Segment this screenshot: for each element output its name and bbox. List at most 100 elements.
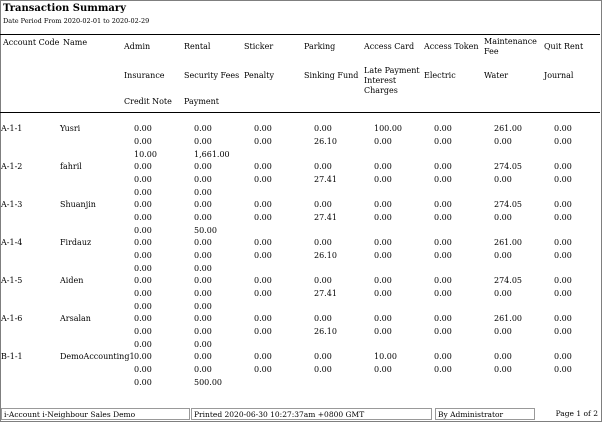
header-account-code: Account Code <box>3 38 60 47</box>
amount-cell: 0.00 <box>434 137 452 146</box>
amount-cell: 0.00 <box>554 327 572 336</box>
amount-cell: 0.00 <box>314 200 332 209</box>
amount-cell: 0.00 <box>134 238 152 247</box>
header-row1-col-5: Access Card <box>364 42 415 51</box>
amount-cell: 0.00 <box>254 289 272 298</box>
amount-cell: 0.00 <box>554 289 572 298</box>
amount-cell: 0.00 <box>374 314 392 323</box>
amount-cell: 0.00 <box>554 238 572 247</box>
amount-cell: 0.00 <box>134 264 152 273</box>
amount-cell: 500.00 <box>194 378 222 387</box>
amount-cell: 0.00 <box>374 175 392 184</box>
amount-cell: 0.00 <box>254 276 272 285</box>
amount-cell: 0.00 <box>434 213 452 222</box>
amount-cell: 0.00 <box>374 276 392 285</box>
header-row3-col-2: Payment <box>184 97 219 106</box>
amount-cell: 0.00 <box>254 238 272 247</box>
amount-cell: 0.00 <box>314 352 332 361</box>
header-top-rule <box>0 34 600 35</box>
amount-cell: 50.00 <box>194 226 217 235</box>
header-row2-col-4: Sinking Fund <box>304 71 359 80</box>
amount-cell: 0.00 <box>434 238 452 247</box>
amount-cell: 0.00 <box>554 352 572 361</box>
header-row1-col-8: Quit Rent <box>544 42 584 51</box>
amount-cell: 0.00 <box>374 327 392 336</box>
amount-cell: 0.00 <box>494 289 512 298</box>
header-row1-col-2: Rental <box>184 42 211 51</box>
footer-printed: Printed 2020-06-30 10:27:37am +0800 GMT <box>191 408 432 420</box>
amount-cell: 0.00 <box>194 264 212 273</box>
account-name: Yusri <box>60 124 81 133</box>
account-code: A-1-3 <box>1 200 23 209</box>
amount-cell: 0.00 <box>554 314 572 323</box>
header-row2-col-1: Insurance <box>124 71 165 80</box>
amount-cell: 0.00 <box>494 365 512 374</box>
amount-cell: 0.00 <box>134 213 152 222</box>
amount-cell: 0.00 <box>194 124 212 133</box>
amount-cell: 0.00 <box>374 365 392 374</box>
header-row1-col-6: Access Token <box>424 42 479 51</box>
account-name: fahril <box>60 162 82 171</box>
amount-cell: 0.00 <box>494 251 512 260</box>
amount-cell: 0.00 <box>134 226 152 235</box>
amount-cell: 0.00 <box>254 365 272 374</box>
amount-cell: 0.00 <box>314 238 332 247</box>
account-code: A-1-5 <box>1 276 23 285</box>
amount-cell: 0.00 <box>254 175 272 184</box>
amount-cell: 0.00 <box>374 251 392 260</box>
amount-cell: 100.00 <box>374 124 402 133</box>
header-row2-col-6: Electric <box>424 71 456 80</box>
header-row2-col-3: Penalty <box>244 71 274 80</box>
amount-cell: 0.00 <box>194 175 212 184</box>
amount-cell: 261.00 <box>494 238 522 247</box>
amount-cell: 0.00 <box>194 352 212 361</box>
amount-cell: 0.00 <box>254 137 272 146</box>
amount-cell: 0.00 <box>194 238 212 247</box>
amount-cell: 0.00 <box>134 352 152 361</box>
amount-cell: 0.00 <box>314 365 332 374</box>
header-row3-col-1: Credit Note <box>124 97 172 106</box>
amount-cell: 0.00 <box>554 137 572 146</box>
report-title: Transaction Summary <box>3 3 126 14</box>
account-name: Firdauz <box>60 238 92 247</box>
amount-cell: 0.00 <box>554 365 572 374</box>
amount-cell: 0.00 <box>434 365 452 374</box>
amount-cell: 0.00 <box>494 175 512 184</box>
amount-cell: 0.00 <box>314 124 332 133</box>
account-name: Arsalan <box>60 314 91 323</box>
amount-cell: 0.00 <box>134 289 152 298</box>
header-row2-col-7: Water <box>484 71 509 80</box>
amount-cell: 0.00 <box>434 251 452 260</box>
amount-cell: 0.00 <box>134 251 152 260</box>
amount-cell: 0.00 <box>134 188 152 197</box>
amount-cell: 0.00 <box>374 200 392 209</box>
account-code: A-1-1 <box>1 124 23 133</box>
amount-cell: 0.00 <box>134 276 152 285</box>
amount-cell: 0.00 <box>134 340 152 349</box>
amount-cell: 0.00 <box>554 200 572 209</box>
amount-cell: 0.00 <box>434 314 452 323</box>
amount-cell: 0.00 <box>254 162 272 171</box>
amount-cell: 27.41 <box>314 289 337 298</box>
amount-cell: 0.00 <box>194 200 212 209</box>
amount-cell: 0.00 <box>194 314 212 323</box>
amount-cell: 0.00 <box>434 175 452 184</box>
amount-cell: 0.00 <box>134 124 152 133</box>
header-row1-col-3: Sticker <box>244 42 274 51</box>
amount-cell: 0.00 <box>134 175 152 184</box>
header-row1-col-1: Admin <box>124 42 151 51</box>
header-bottom-rule <box>0 112 600 113</box>
amount-cell: 10.00 <box>134 150 157 159</box>
account-name: Shuanjin <box>60 200 96 209</box>
amount-cell: 274.05 <box>494 162 522 171</box>
amount-cell: 26.10 <box>314 137 337 146</box>
amount-cell: 0.00 <box>194 340 212 349</box>
header-name: Name <box>63 38 88 47</box>
amount-cell: 0.00 <box>194 162 212 171</box>
amount-cell: 0.00 <box>254 251 272 260</box>
amount-cell: 0.00 <box>434 200 452 209</box>
amount-cell: 26.10 <box>314 251 337 260</box>
amount-cell: 26.10 <box>314 327 337 336</box>
footer-company: i-Account i-Neighbour Sales Demo <box>1 408 190 420</box>
amount-cell: 0.00 <box>554 162 572 171</box>
